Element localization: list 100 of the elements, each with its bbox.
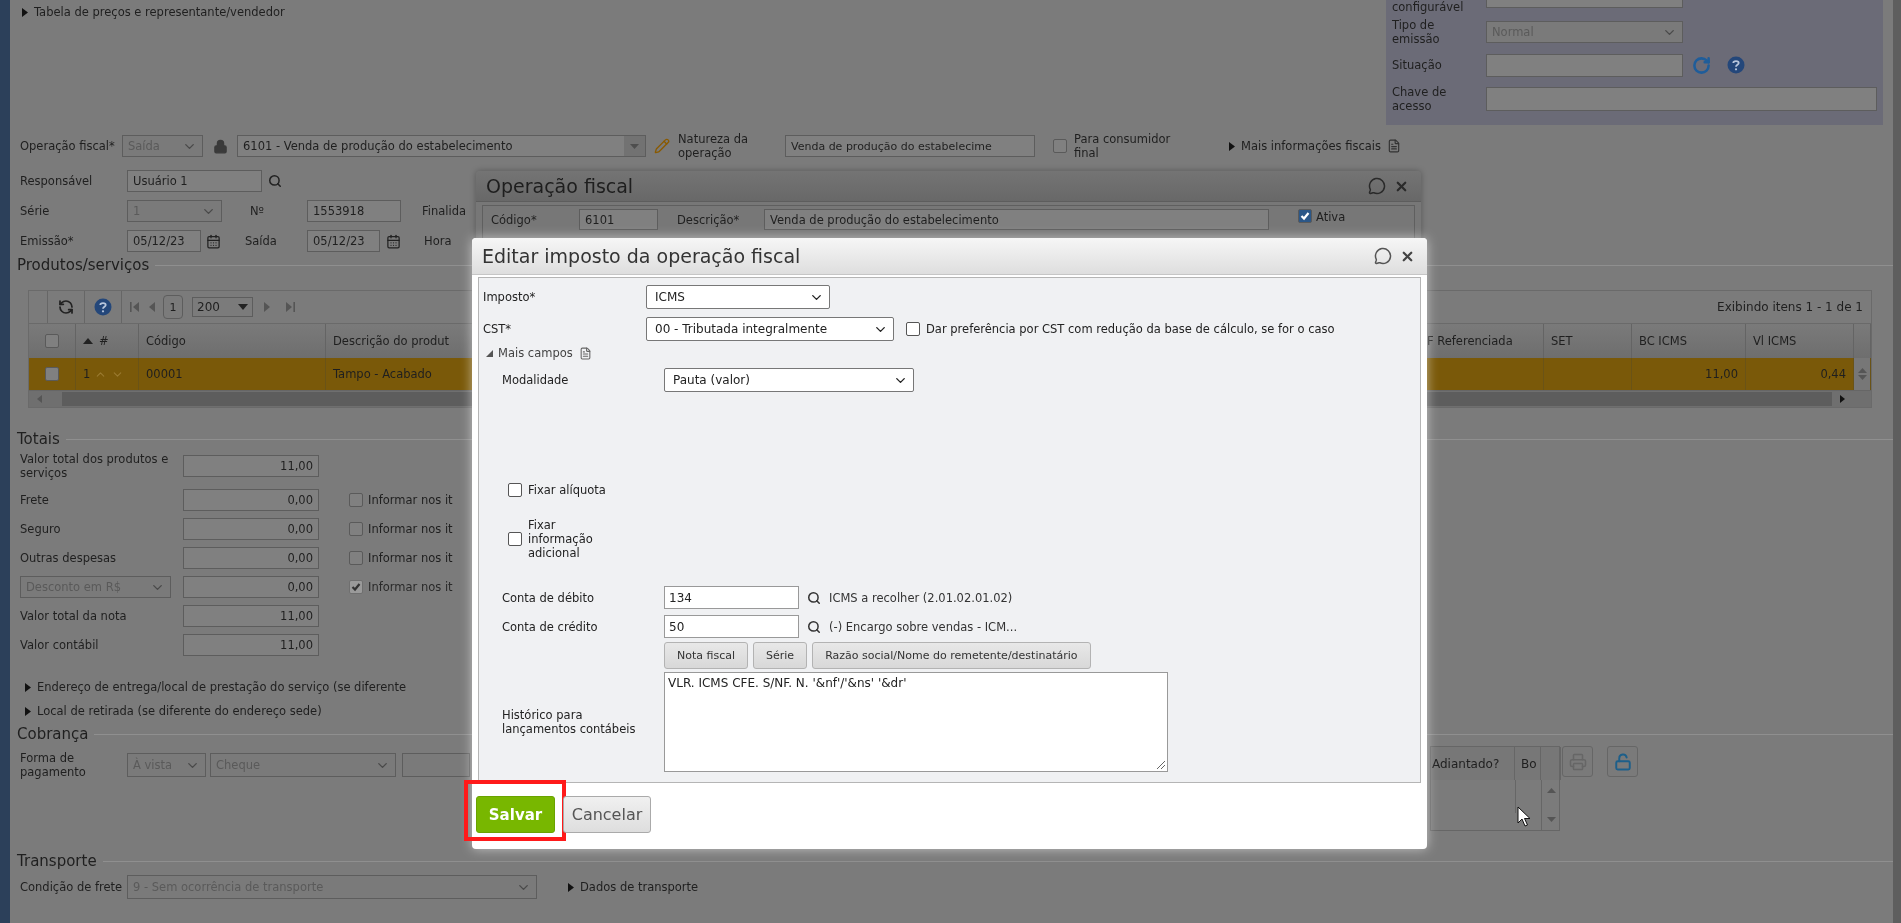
calendar-icon[interactable] xyxy=(386,233,401,249)
checkbox[interactable] xyxy=(349,551,363,565)
text-area[interactable]: VLR. ICMS CFE. S/NF. N. '&nf'/'&ns' '&dr' xyxy=(664,672,1168,772)
input-field[interactable]: 05/12/23 xyxy=(127,230,201,252)
checkbox-label: Informar nos it xyxy=(368,580,454,594)
scroll-right-icon[interactable] xyxy=(1840,395,1845,403)
sort-ascending-icon xyxy=(83,338,93,344)
expand-triangle-icon xyxy=(25,706,32,716)
scroll-down-icon[interactable] xyxy=(1547,817,1556,822)
checkbox[interactable] xyxy=(906,322,920,336)
input-field[interactable]: 1553918 xyxy=(307,200,401,222)
scroll-left-icon[interactable] xyxy=(37,395,42,403)
refresh-icon[interactable] xyxy=(58,299,74,315)
input-field[interactable]: Venda de produção do estabelecimento xyxy=(764,209,1269,230)
previous-page-icon[interactable] xyxy=(149,302,155,312)
expand-triangle-icon xyxy=(1229,141,1236,151)
unlock-button[interactable] xyxy=(1607,746,1638,777)
page-size-dropdown[interactable]: 200 xyxy=(192,297,253,317)
dropdown[interactable]: 00 - Tributada integralmente xyxy=(646,317,894,341)
help-icon[interactable] xyxy=(1727,56,1745,74)
next-page-icon[interactable] xyxy=(264,302,270,312)
resize-handle-icon[interactable] xyxy=(1157,761,1165,769)
field-label: Descrição* xyxy=(677,213,741,227)
save-button[interactable]: Salvar xyxy=(476,796,555,833)
comment-icon[interactable] xyxy=(1368,177,1386,195)
input-field[interactable]: 0,00 xyxy=(183,518,319,540)
checkbox-label: Fixar alíquota xyxy=(528,483,606,497)
caret-icon xyxy=(238,304,248,310)
checkbox[interactable] xyxy=(1053,139,1067,153)
scroll-up-icon[interactable] xyxy=(1547,788,1556,793)
section-title: Cobrança xyxy=(17,725,89,743)
field-label: Chave de acesso xyxy=(1392,85,1448,113)
field-label: Outras despesas xyxy=(20,551,118,565)
section-title: Totais xyxy=(17,430,60,448)
input-field[interactable]: 11,00 xyxy=(183,605,319,627)
section-toggle[interactable]: Dados de transporte xyxy=(568,880,699,894)
input-field[interactable]: 50 xyxy=(664,615,799,638)
dialog-title: Editar imposto da operação fiscal xyxy=(482,245,801,267)
help-icon[interactable] xyxy=(94,298,112,316)
input-field[interactable] xyxy=(1486,87,1877,111)
field-label: Natureza da operação xyxy=(678,132,750,160)
input-field[interactable] xyxy=(1486,53,1683,77)
dropdown[interactable] xyxy=(402,753,470,777)
dropdown[interactable]: 6101 - Venda de produção do estabelecimento xyxy=(237,135,646,157)
input-field[interactable]: Usuário 1 xyxy=(127,170,262,192)
insert-field-button[interactable]: Nota fiscal xyxy=(664,642,748,669)
section-toggle[interactable]: Endereço de entrega/local de prestação do serviço (se diferente xyxy=(25,680,407,694)
last-page-icon[interactable] xyxy=(286,302,295,312)
field-label: Condição de frete xyxy=(20,880,124,894)
section-toggle[interactable]: Mais campos xyxy=(486,346,573,360)
field-label: Emissão* xyxy=(20,234,75,248)
pencil-icon[interactable] xyxy=(654,138,670,154)
lock-icon xyxy=(213,138,228,154)
checkbox-label: Fixar informação adicional xyxy=(528,518,594,560)
row-number: 1 xyxy=(83,367,91,381)
section-toggle[interactable]: Tabela de preços e representante/vendedor xyxy=(22,5,285,19)
input-field[interactable]: 11,00 xyxy=(183,634,319,656)
checkbox[interactable] xyxy=(349,522,363,536)
input-field[interactable]: 6101 xyxy=(579,209,658,230)
first-page-icon[interactable] xyxy=(130,302,139,312)
checkbox-label: Para consumidor final xyxy=(1074,132,1172,160)
dropdown[interactable]: Pauta (valor) xyxy=(664,368,914,392)
checkbox[interactable] xyxy=(508,483,522,497)
column-header[interactable]: Adiantado? xyxy=(1431,747,1515,780)
field-label: Nº xyxy=(250,204,266,218)
document-icon[interactable] xyxy=(578,346,592,360)
checkbox[interactable] xyxy=(45,334,59,348)
input-field[interactable]: 05/12/23 xyxy=(307,230,380,252)
input-field[interactable]: 134 xyxy=(664,586,799,609)
insert-field-button[interactable]: Razão social/Nome do remetente/destinatário xyxy=(812,642,1091,669)
cancel-button[interactable]: Cancelar xyxy=(563,796,651,833)
field-label: Situação xyxy=(1392,58,1443,72)
search-icon[interactable] xyxy=(807,590,821,605)
scroll-down-icon[interactable] xyxy=(1857,375,1867,380)
checkbox[interactable] xyxy=(349,493,363,507)
section-toggle[interactable]: Local de retirada (se diferente do endereço sede) xyxy=(25,704,322,718)
input-field[interactable]: 0,00 xyxy=(183,489,319,511)
column-header[interactable]: Bo xyxy=(1515,747,1541,780)
page-number-field[interactable]: 1 xyxy=(163,295,183,319)
document-icon[interactable] xyxy=(1387,139,1402,153)
calendar-icon[interactable] xyxy=(206,233,221,249)
input-field[interactable]: 11,00 xyxy=(183,455,319,477)
input-field[interactable]: Venda de produção do estabelecime xyxy=(785,135,1035,157)
scroll-up-icon[interactable] xyxy=(1857,368,1867,373)
cursor-icon xyxy=(1517,806,1531,827)
input-field[interactable]: 0,00 xyxy=(183,547,319,569)
section-toggle[interactable]: Mais informações fiscais xyxy=(1229,139,1382,153)
field-label: configurável xyxy=(1392,0,1465,14)
field-label: Frete xyxy=(20,493,50,507)
insert-field-button[interactable]: Série xyxy=(753,642,808,669)
field-label: Operação fiscal* xyxy=(20,139,116,153)
section-title: Produtos/serviços xyxy=(17,256,150,274)
checkbox[interactable] xyxy=(45,367,59,381)
input-field[interactable] xyxy=(1486,0,1683,8)
checkbox[interactable] xyxy=(508,532,522,546)
dropdown[interactable]: ICMS xyxy=(646,285,830,309)
search-icon[interactable] xyxy=(807,619,821,634)
checkbox[interactable] xyxy=(1298,209,1312,223)
scrollbar[interactable] xyxy=(1893,0,1901,923)
comment-icon[interactable] xyxy=(1374,247,1392,265)
